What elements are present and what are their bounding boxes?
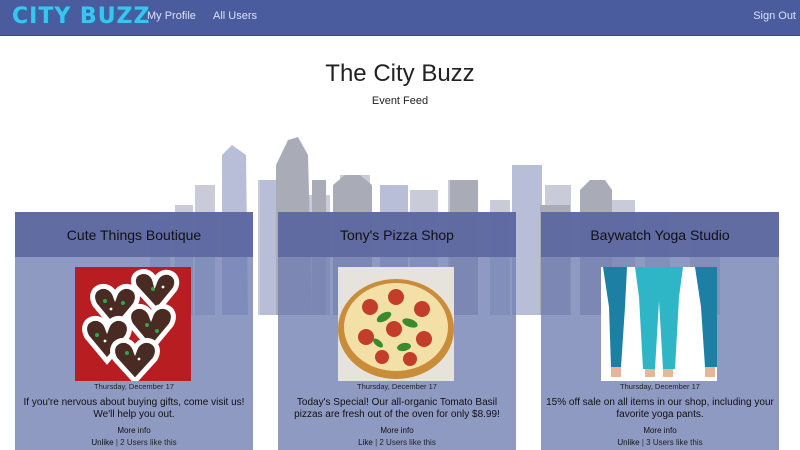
- unlike-button[interactable]: Unlike: [91, 438, 113, 447]
- likes-count: 3 Users like this: [646, 438, 703, 447]
- nav-all-users[interactable]: All Users: [213, 10, 257, 22]
- event-card-title: Cute Things Boutique: [15, 212, 253, 257]
- page-subtitle: Event Feed: [371, 95, 429, 107]
- event-card: Tony's Pizza Shop Thursday, December 17 …: [278, 212, 516, 450]
- navbar: CITY BUZZ My Profile All Users Sign Out: [0, 0, 800, 36]
- event-date: Thursday, December 17: [357, 382, 437, 391]
- likes-count: 2 Users like this: [379, 438, 436, 447]
- pizza-image: [338, 267, 454, 381]
- candy-hearts-image: [75, 267, 191, 381]
- nav-my-profile[interactable]: My Profile: [147, 10, 196, 22]
- like-button[interactable]: Like: [358, 438, 373, 447]
- unlike-button[interactable]: Unlike: [617, 438, 639, 447]
- like-row: Unlike | 2 Users like this: [15, 438, 253, 447]
- yoga-pants-image: [601, 267, 717, 381]
- event-card-title: Tony's Pizza Shop: [278, 212, 516, 257]
- event-description: Today's Special! Our all-organic Tomato …: [294, 397, 500, 420]
- brand-logo[interactable]: CITY BUZZ: [12, 4, 150, 29]
- likes-count: 2 Users like this: [120, 438, 177, 447]
- event-date: Thursday, December 17: [620, 382, 700, 391]
- event-card-title: Baywatch Yoga Studio: [541, 212, 779, 257]
- more-info-link[interactable]: More info: [15, 426, 253, 435]
- like-row: Like | 2 Users like this: [278, 438, 516, 447]
- event-card: Baywatch Yoga Studio Thursday, December …: [541, 212, 779, 450]
- event-card: Cute Things Boutique Thursday, December …: [15, 212, 253, 450]
- event-description: If you're nervous about buying gifts, co…: [23, 397, 245, 420]
- like-row: Unlike | 3 Users like this: [541, 438, 779, 447]
- more-info-link[interactable]: More info: [541, 426, 779, 435]
- page-title: The City Buzz: [325, 60, 475, 87]
- sign-out-link[interactable]: Sign Out: [753, 10, 796, 22]
- event-date: Thursday, December 17: [94, 382, 174, 391]
- event-description: 15% off sale on all items in our shop, i…: [546, 397, 774, 420]
- more-info-link[interactable]: More info: [278, 426, 516, 435]
